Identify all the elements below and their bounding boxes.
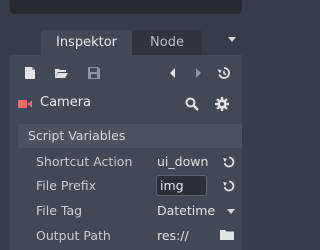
- section-title: Script Variables: [28, 128, 126, 143]
- object-history-icon[interactable]: [217, 66, 231, 80]
- revert-icon[interactable]: [222, 155, 236, 169]
- folder-icon[interactable]: [220, 229, 234, 241]
- dropdown-icon[interactable]: [227, 209, 235, 214]
- property-output-path: Output Path res://: [18, 224, 242, 248]
- tab-node[interactable]: Node: [132, 30, 202, 55]
- input-text: img: [160, 178, 184, 193]
- property-file-prefix: File Prefix img: [18, 174, 242, 198]
- gear-icon[interactable]: [215, 97, 229, 111]
- property-file-tag: File Tag Datetime: [18, 199, 242, 223]
- top-field: [10, 0, 242, 14]
- history-forward-icon[interactable]: [191, 66, 205, 80]
- property-label: Shortcut Action: [36, 154, 133, 169]
- property-dropdown[interactable]: Datetime: [157, 203, 215, 218]
- property-label: Output Path: [36, 228, 111, 243]
- history-back-icon[interactable]: [166, 66, 180, 80]
- new-resource-icon[interactable]: [23, 66, 37, 80]
- dock-tab-bar: Inspektor Node: [0, 30, 250, 56]
- selected-object-row[interactable]: Camera: [10, 89, 242, 117]
- property-value[interactable]: res://: [157, 228, 189, 243]
- file-prefix-input[interactable]: img: [156, 175, 207, 196]
- inspector-toolbar: [10, 55, 242, 89]
- revert-icon[interactable]: [222, 179, 236, 193]
- property-label: File Prefix: [36, 178, 97, 193]
- property-shortcut-action: Shortcut Action ui_down: [18, 150, 242, 174]
- open-resource-icon[interactable]: [54, 66, 68, 80]
- camera-icon: [18, 100, 32, 108]
- tab-inspector[interactable]: Inspektor: [41, 30, 132, 55]
- property-value[interactable]: ui_down: [157, 154, 208, 169]
- property-label: File Tag: [36, 203, 83, 218]
- inspector-panel: Camera Script Variables Shortcut Action …: [10, 55, 242, 250]
- object-name: Camera: [40, 95, 92, 110]
- top-strip: [0, 0, 250, 22]
- search-icon[interactable]: [185, 97, 199, 111]
- section-header[interactable]: Script Variables: [18, 124, 242, 148]
- save-resource-icon[interactable]: [87, 66, 101, 80]
- dock-menu-arrow-icon[interactable]: [228, 37, 236, 42]
